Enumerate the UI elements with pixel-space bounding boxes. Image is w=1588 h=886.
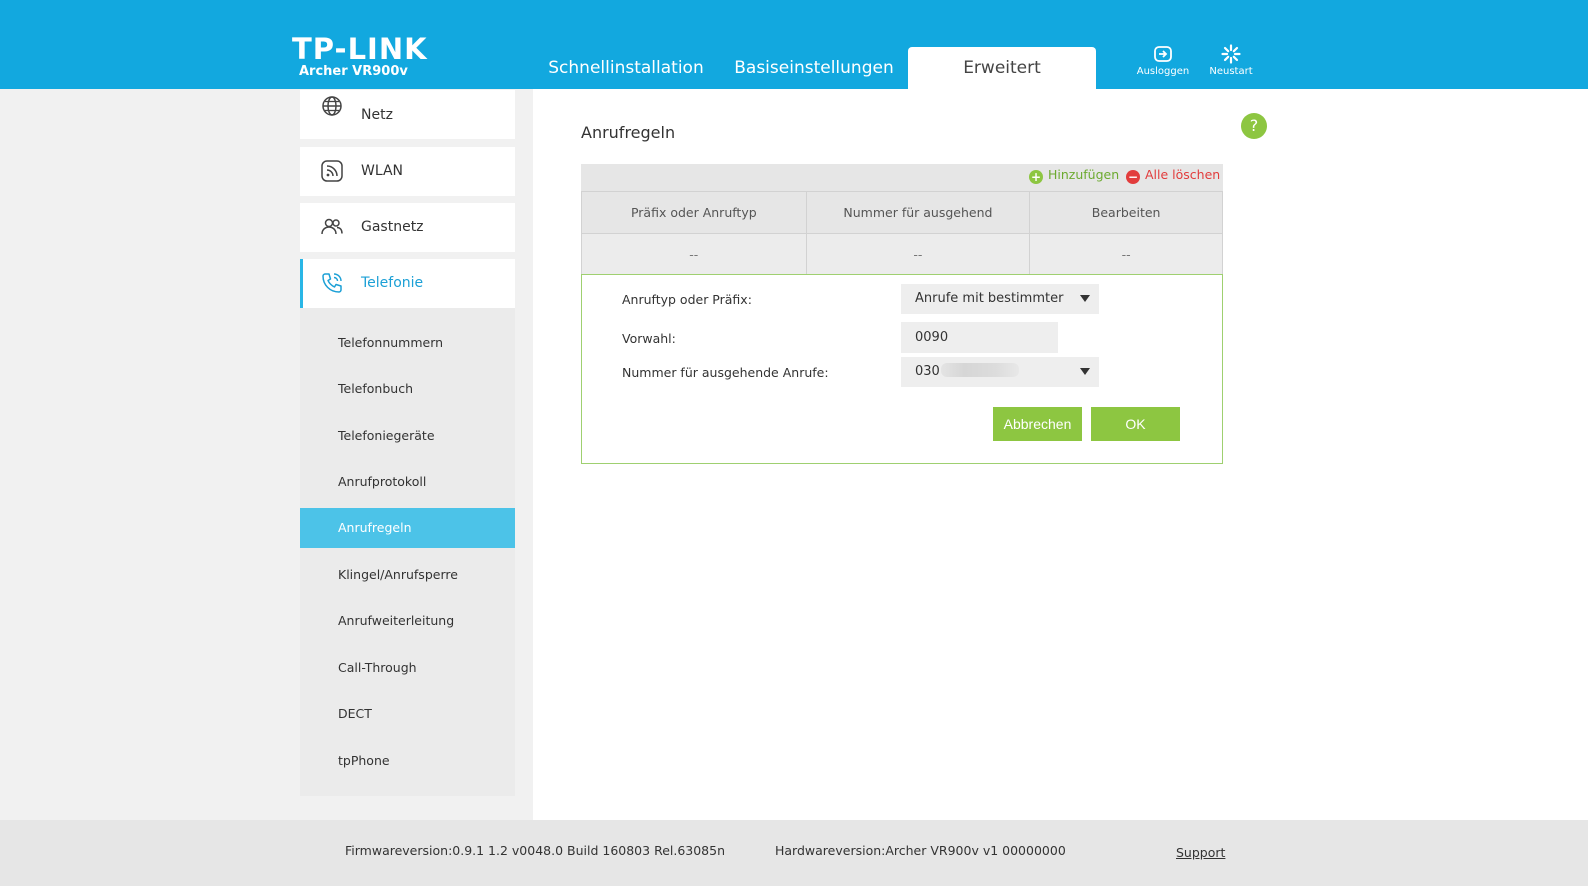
delete-all-label: Alle löschen [1145, 167, 1221, 182]
page-title: Anrufregeln [581, 123, 676, 142]
phone-icon [322, 273, 342, 293]
model-name: Archer VR900v [299, 64, 408, 79]
call-type-select[interactable]: Anrufe mit bestimmter [901, 284, 1099, 314]
column-header: Nummer für ausgehend [805, 191, 1031, 234]
logout-label: Ausloggen [1136, 66, 1190, 77]
sidebar-item-netz[interactable]: Netz [300, 90, 515, 139]
outgoing-number-label: Nummer für ausgehende Anrufe: [622, 365, 829, 380]
sidebar-subitem-tpphone[interactable]: tpPhone [300, 741, 515, 781]
logout-button[interactable]: Ausloggen [1133, 44, 1193, 77]
dropdown-arrow-icon [1080, 295, 1090, 302]
rule-edit-form: Anruftyp oder Präfix: Anrufe mit bestimm… [581, 274, 1223, 464]
sidebar-subitem-telefoniegeraete[interactable]: Telefoniegeräte [300, 416, 515, 456]
reboot-button[interactable]: Neustart [1201, 44, 1261, 77]
table-cell: -- [1029, 233, 1223, 275]
telefonie-submenu: Telefonnummern Telefonbuch Telefoniegerä… [300, 308, 515, 796]
call-type-value: Anrufe mit bestimmter [915, 291, 1064, 306]
globe-icon [322, 96, 342, 116]
sidebar-subitem-telefonnummern[interactable]: Telefonnummern [300, 323, 515, 363]
help-button[interactable]: ? [1241, 113, 1267, 139]
sidebar-subitem-anrufregeln[interactable]: Anrufregeln [300, 508, 515, 548]
tp-link-logo[interactable]: TP-LINK Archer VR900v [292, 34, 428, 80]
column-header: Präfix oder Anruftyp [581, 191, 807, 234]
sidebar-subitem-dect[interactable]: DECT [300, 694, 515, 734]
delete-all-button[interactable]: − Alle löschen [1126, 164, 1220, 185]
dropdown-arrow-icon [1080, 368, 1090, 375]
minus-icon: − [1126, 170, 1140, 184]
table-row: -- -- -- [581, 233, 1223, 275]
add-button[interactable]: + Hinzufügen [1029, 164, 1119, 185]
redacted-number [940, 363, 1019, 377]
call-rules-table: Präfix oder Anruftyp Nummer für ausgehen… [581, 191, 1223, 275]
firmware-version: Firmwareversion:0.9.1 1.2 v0048.0 Build … [345, 843, 726, 858]
ok-button[interactable]: OK [1091, 407, 1180, 441]
footer: Firmwareversion:0.9.1 1.2 v0048.0 Build … [0, 820, 1588, 886]
guests-icon [321, 218, 343, 235]
sidebar-item-label: Gastnetz [361, 219, 424, 235]
call-type-label: Anruftyp oder Präfix: [622, 292, 752, 307]
sidebar-subitem-call-through[interactable]: Call-Through [300, 648, 515, 688]
table-cell: -- [581, 233, 807, 275]
sidebar-subitem-klingel-anrufsperre[interactable]: Klingel/Anrufsperre [300, 555, 515, 595]
tab-erweitert[interactable]: Erweitert [908, 47, 1096, 89]
add-label: Hinzufügen [1048, 167, 1120, 182]
cancel-button[interactable]: Abbrechen [993, 407, 1082, 441]
sidebar-subitem-anrufprotokoll[interactable]: Anrufprotokoll [300, 462, 515, 502]
sidebar-item-label: WLAN [361, 163, 404, 179]
logo-text: TP-LINK [292, 32, 428, 66]
sidebar-subitem-telefonbuch[interactable]: Telefonbuch [300, 369, 515, 409]
tab-basiseinstellungen[interactable]: Basiseinstellungen [728, 47, 900, 89]
sidebar-subitem-anrufweiterleitung[interactable]: Anrufweiterleitung [300, 601, 515, 641]
prefix-label: Vorwahl: [622, 331, 676, 346]
reboot-label: Neustart [1209, 66, 1253, 77]
table-header-row: Präfix oder Anruftyp Nummer für ausgehen… [581, 191, 1223, 234]
logout-icon [1154, 46, 1172, 62]
support-link[interactable]: Support [1176, 845, 1225, 860]
header-bar: TP-LINK Archer VR900v Schnellinstallatio… [0, 0, 1588, 89]
reboot-icon [1221, 44, 1241, 64]
outgoing-number-value: 030 [915, 364, 940, 379]
table-cell: -- [805, 233, 1031, 275]
column-header: Bearbeiten [1029, 191, 1223, 234]
prefix-input[interactable] [901, 322, 1058, 353]
sidebar-item-wlan[interactable]: WLAN [300, 147, 515, 196]
outgoing-number-select[interactable]: 030 [901, 357, 1099, 387]
table-toolbar: + Hinzufügen − Alle löschen [581, 164, 1223, 191]
sidebar-item-gastnetz[interactable]: Gastnetz [300, 203, 515, 252]
plus-icon: + [1029, 170, 1043, 184]
sidebar-item-telefonie[interactable]: Telefonie [300, 259, 515, 308]
wireless-icon [321, 160, 343, 182]
hardware-version: Hardwareversion:Archer VR900v v1 0000000… [775, 843, 1066, 858]
tab-schnellinstallation[interactable]: Schnellinstallation [540, 47, 712, 89]
sidebar-item-label: Telefonie [361, 275, 424, 291]
sidebar-item-label: Netz [361, 107, 393, 123]
